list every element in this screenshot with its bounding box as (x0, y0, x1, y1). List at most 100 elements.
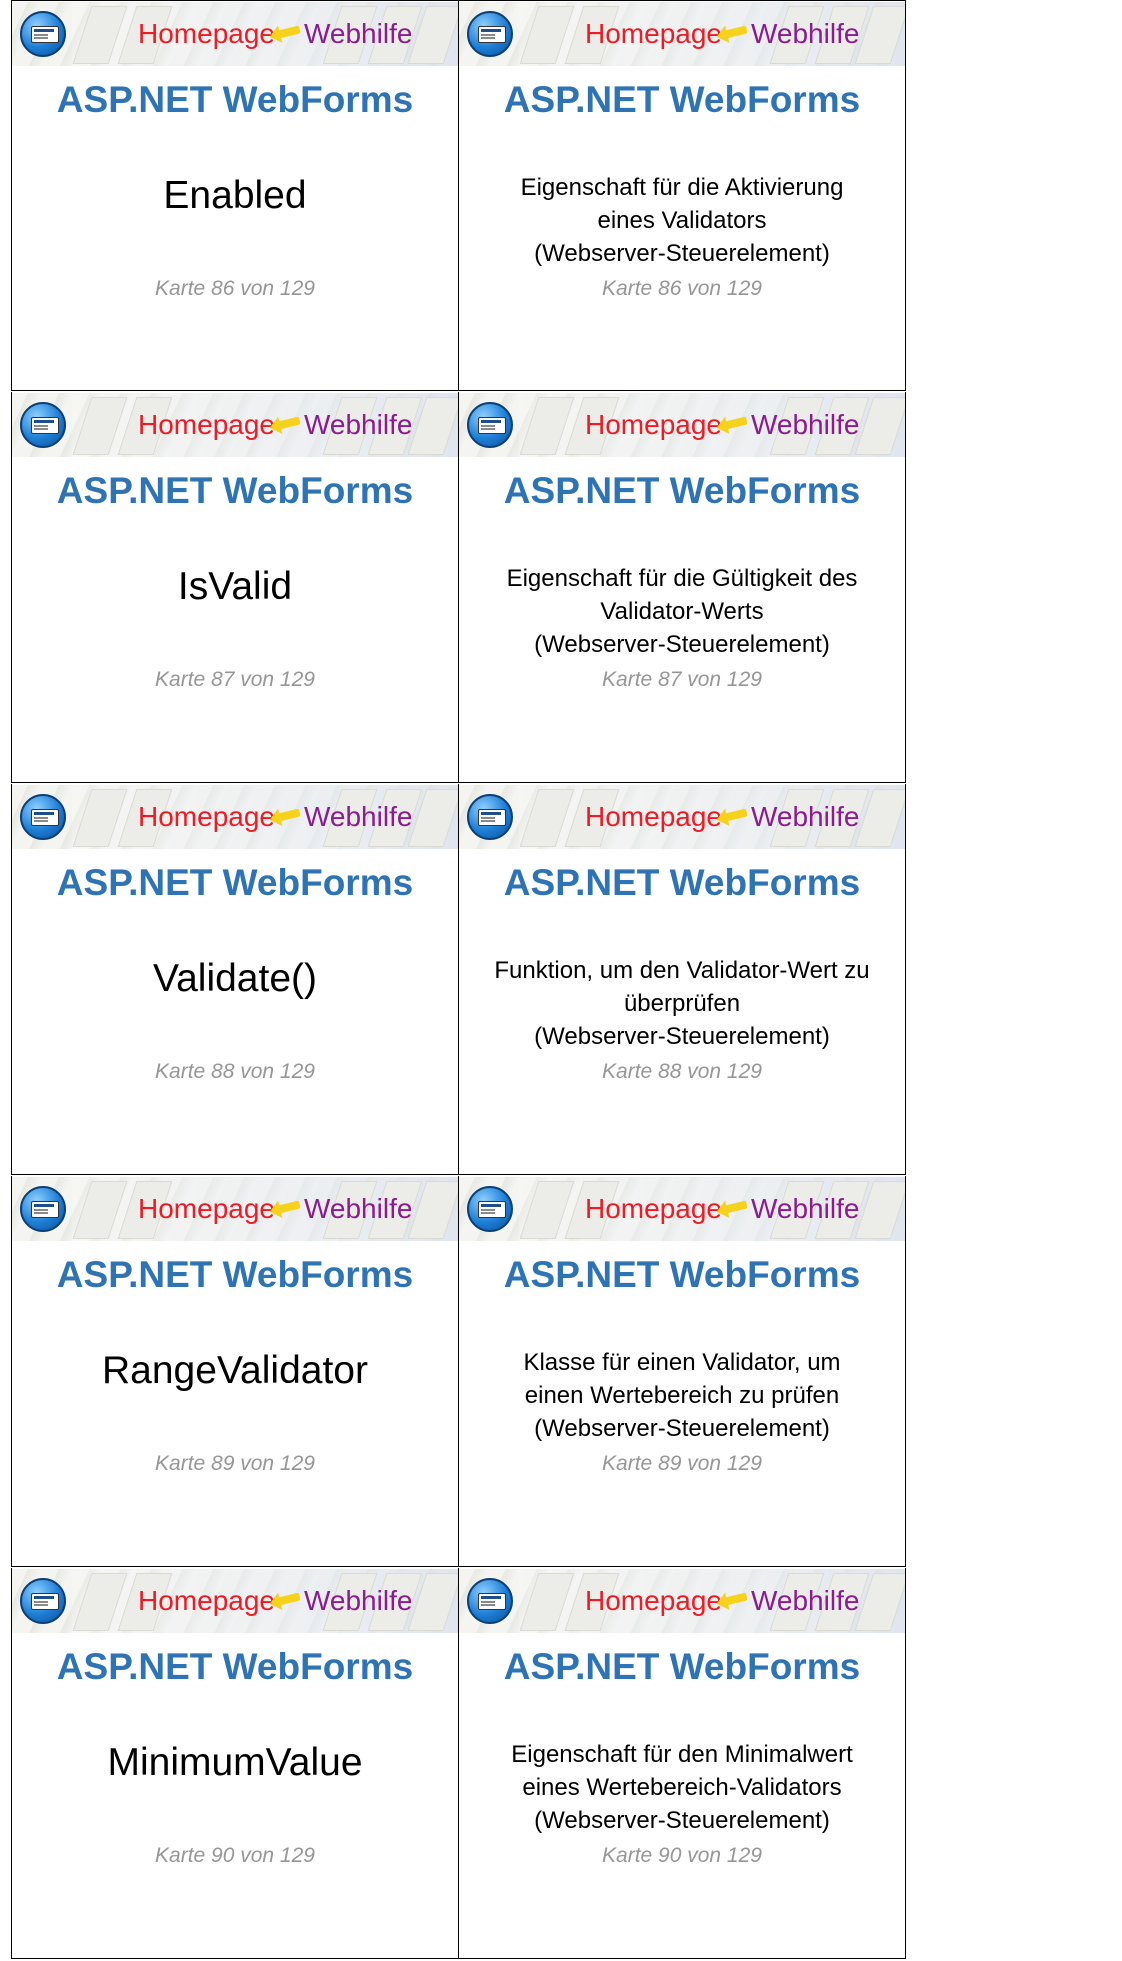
logo-icon (467, 402, 513, 448)
arrow-icon (724, 1200, 748, 1214)
definition-line: (Webserver-Steuerelement) (534, 1415, 830, 1442)
banner: Homepage Webhilfe (459, 1177, 905, 1241)
card-term: IsValid (177, 565, 293, 608)
card-number: Karte 90 von 129 (155, 1844, 315, 1867)
brand-webhilfe: Webhilfe (303, 409, 413, 440)
brand: Homepage Webhilfe (585, 1192, 859, 1226)
logo-icon (20, 402, 66, 448)
card-definition: Eigenschaft für die Gültigkeit des Valid… (459, 562, 905, 661)
card-subject: ASP.NET WebForms (56, 79, 414, 120)
card-front: Homepage Webhilfe ASP.NET WebForms Enable… (11, 0, 458, 391)
banner: Homepage Webhilfe (459, 1569, 905, 1633)
card-back: Homepage Webhilfe ASP.NET WebForms Klasse… (458, 1176, 906, 1567)
arrow-icon (277, 1200, 301, 1214)
arrow-icon (724, 1592, 748, 1606)
brand: Homepage Webhilfe (585, 17, 859, 51)
brand-webhilfe: Webhilfe (303, 801, 413, 832)
brand-homepage: Homepage (585, 18, 722, 49)
card-row: Homepage Webhilfe ASP.NET WebForms Minimu… (11, 1568, 907, 1960)
brand: Homepage Webhilfe (138, 17, 412, 51)
brand-webhilfe: Webhilfe (750, 409, 860, 440)
definition-line: Funktion, um den Validator-Wert zu (494, 957, 870, 984)
brand-homepage: Homepage (585, 1585, 722, 1616)
card-back: Homepage Webhilfe ASP.NET WebForms Eigens… (458, 392, 906, 783)
card-number: Karte 86 von 129 (155, 277, 315, 300)
card-row: Homepage Webhilfe ASP.NET WebForms Enable… (11, 0, 907, 392)
brand-webhilfe: Webhilfe (750, 801, 860, 832)
card-front: Homepage Webhilfe ASP.NET WebForms RangeV… (11, 1176, 458, 1567)
definition-line: (Webserver-Steuerelement) (534, 240, 830, 267)
card-definition: Klasse für einen Validator, um einen Wer… (459, 1346, 905, 1445)
brand-homepage: Homepage (138, 1193, 275, 1224)
card-number: Karte 88 von 129 (155, 1060, 315, 1083)
definition-line: eines Validators (597, 207, 767, 234)
logo-icon (20, 1186, 66, 1232)
brand: Homepage Webhilfe (138, 800, 412, 834)
banner: Homepage Webhilfe (459, 2, 905, 66)
card-subject: ASP.NET WebForms (56, 1254, 414, 1295)
arrow-icon (277, 25, 301, 39)
definition-line: Validator-Werts (600, 598, 764, 625)
banner: Homepage Webhilfe (459, 393, 905, 457)
logo-icon (467, 794, 513, 840)
definition-line: Klasse für einen Validator, um (523, 1349, 841, 1376)
card-front: Homepage Webhilfe ASP.NET WebForms Valida… (11, 784, 458, 1175)
brand: Homepage Webhilfe (138, 408, 412, 442)
definition-line: Eigenschaft für den Minimalwert (511, 1741, 853, 1768)
brand: Homepage Webhilfe (585, 1584, 859, 1618)
brand-webhilfe: Webhilfe (303, 1193, 413, 1224)
brand-homepage: Homepage (585, 409, 722, 440)
logo-icon (20, 794, 66, 840)
card-subject: ASP.NET WebForms (56, 1646, 414, 1687)
card-definition: Eigenschaft für den Minimalwert eines We… (459, 1738, 905, 1837)
card-subject: ASP.NET WebForms (503, 862, 861, 903)
brand-webhilfe: Webhilfe (750, 18, 860, 49)
brand-webhilfe: Webhilfe (303, 18, 413, 49)
card-number: Karte 87 von 129 (602, 668, 762, 691)
arrow-icon (724, 808, 748, 822)
definition-line: (Webserver-Steuerelement) (534, 631, 830, 658)
card-back: Homepage Webhilfe ASP.NET WebForms Eigens… (458, 1568, 906, 1959)
card-front: Homepage Webhilfe ASP.NET WebForms Minimu… (11, 1568, 458, 1959)
arrow-icon (277, 808, 301, 822)
card-term: RangeValidator (102, 1349, 368, 1392)
brand-homepage: Homepage (585, 1193, 722, 1224)
card-number: Karte 87 von 129 (155, 668, 315, 691)
arrow-icon (724, 25, 748, 39)
brand-homepage: Homepage (138, 409, 275, 440)
card-subject: ASP.NET WebForms (503, 79, 861, 120)
arrow-icon (724, 416, 748, 430)
definition-line: (Webserver-Steuerelement) (534, 1023, 830, 1050)
logo-icon (20, 1578, 66, 1624)
brand-homepage: Homepage (138, 1585, 275, 1616)
brand-homepage: Homepage (138, 801, 275, 832)
arrow-icon (277, 1592, 301, 1606)
banner: Homepage Webhilfe (12, 393, 458, 457)
card-number: Karte 90 von 129 (602, 1844, 762, 1867)
card-number: Karte 88 von 129 (602, 1060, 762, 1083)
logo-icon (467, 1186, 513, 1232)
banner: Homepage Webhilfe (12, 2, 458, 66)
card-subject: ASP.NET WebForms (503, 1646, 861, 1687)
banner: Homepage Webhilfe (12, 1177, 458, 1241)
card-term: Enabled (163, 174, 307, 217)
brand-homepage: Homepage (585, 801, 722, 832)
brand: Homepage Webhilfe (138, 1192, 412, 1226)
card-number: Karte 89 von 129 (155, 1452, 315, 1475)
card-subject: ASP.NET WebForms (56, 470, 414, 511)
brand-webhilfe: Webhilfe (750, 1193, 860, 1224)
brand-webhilfe: Webhilfe (303, 1585, 413, 1616)
definition-line: eines Wertebereich-Validators (522, 1774, 842, 1801)
card-number: Karte 89 von 129 (602, 1452, 762, 1475)
brand: Homepage Webhilfe (585, 800, 859, 834)
card-definition: Eigenschaft für die Aktivierung eines Va… (459, 171, 905, 270)
card-subject: ASP.NET WebForms (503, 470, 861, 511)
logo-icon (20, 11, 66, 57)
definition-line: (Webserver-Steuerelement) (534, 1807, 830, 1834)
card-row: Homepage Webhilfe ASP.NET WebForms RangeV… (11, 1176, 907, 1568)
card-number: Karte 86 von 129 (602, 277, 762, 300)
definition-line: Eigenschaft für die Gültigkeit des (506, 565, 858, 592)
banner: Homepage Webhilfe (12, 1569, 458, 1633)
card-subject: ASP.NET WebForms (56, 862, 414, 903)
card-subject: ASP.NET WebForms (503, 1254, 861, 1295)
